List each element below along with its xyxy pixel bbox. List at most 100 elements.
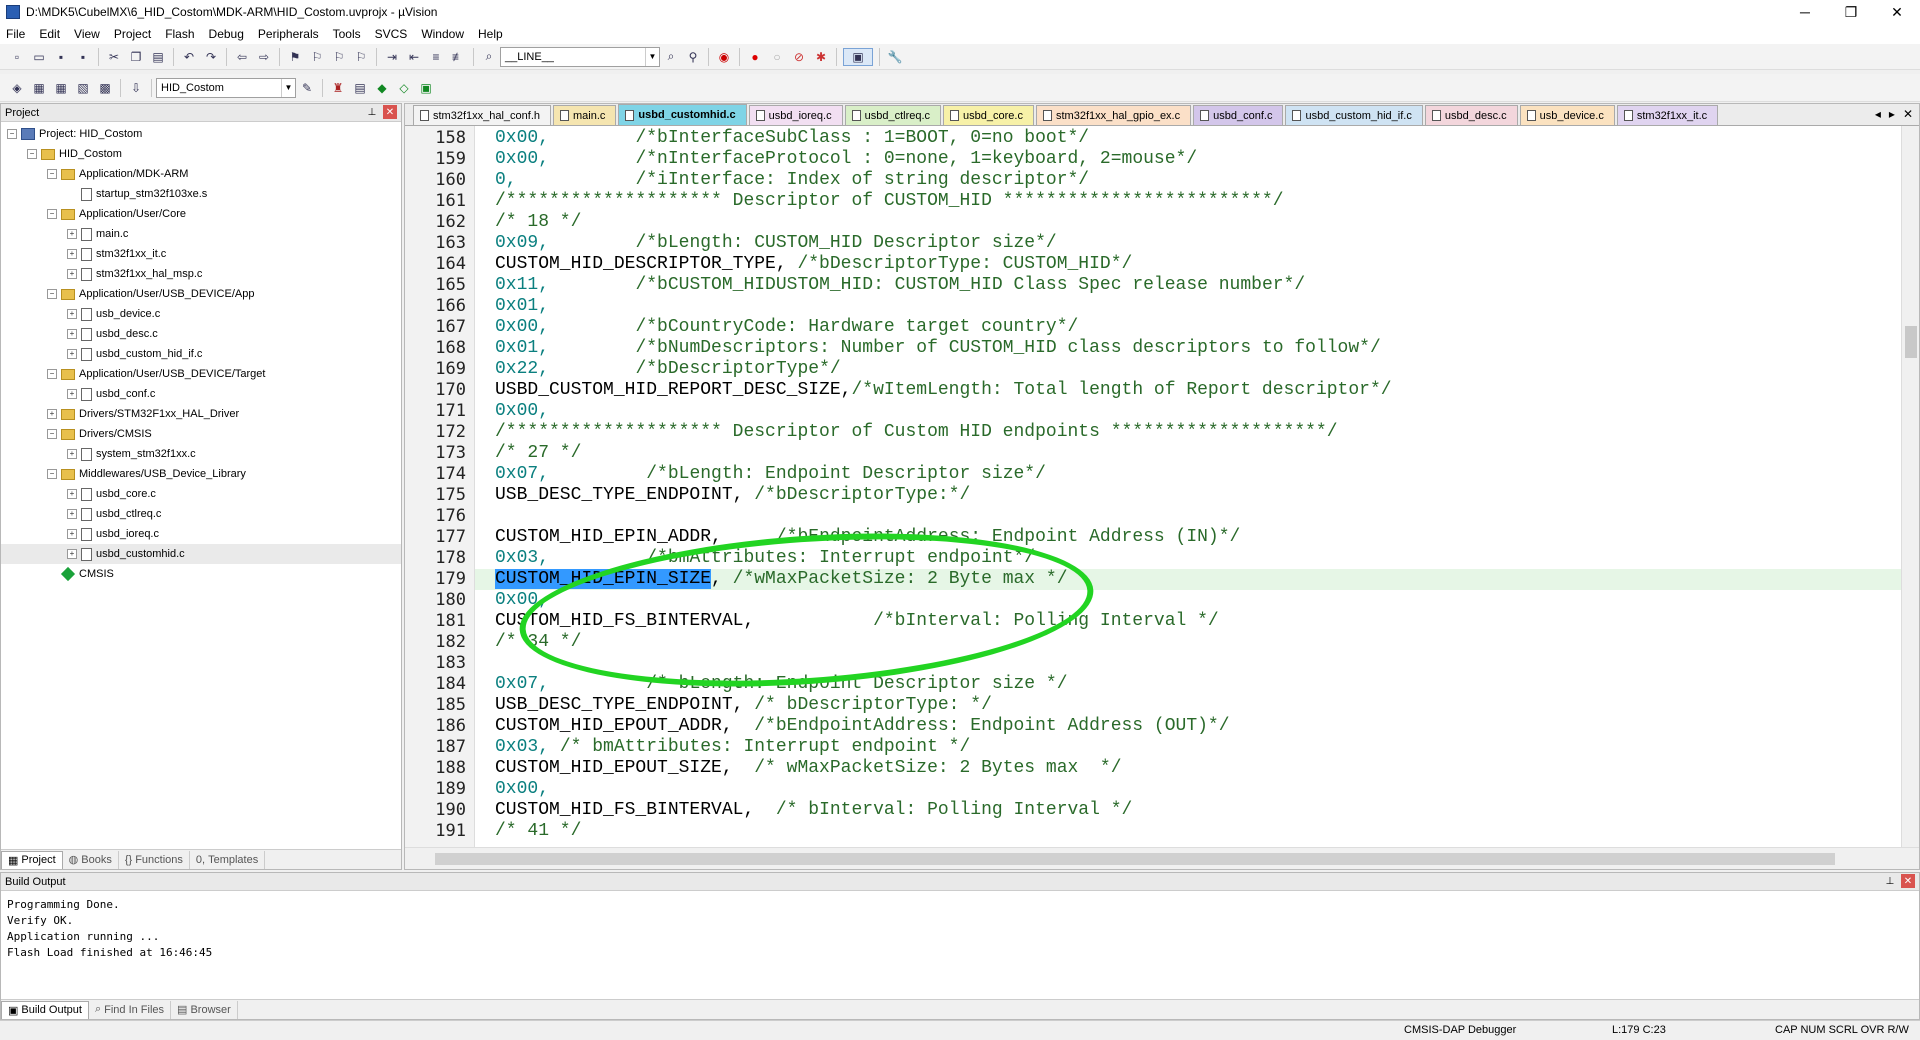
close-icon[interactable]: ✕ xyxy=(1901,874,1915,888)
insert-breakpoint-icon[interactable]: ● xyxy=(746,48,764,66)
paste-icon[interactable]: ▤ xyxy=(149,48,167,66)
code-line[interactable]: /* 27 */ xyxy=(495,443,581,464)
configure-icon[interactable]: 🔧 xyxy=(886,48,904,66)
cut-icon[interactable]: ✂ xyxy=(105,48,123,66)
tree-folder-item[interactable]: CMSIS xyxy=(1,564,401,584)
tree-file-item[interactable]: + usb_device.c xyxy=(1,304,401,324)
run-environment-icon[interactable]: ◇ xyxy=(395,79,413,97)
tree-file-item[interactable]: startup_stm32f103xe.s xyxy=(1,184,401,204)
comment-icon[interactable]: ≡ xyxy=(427,48,445,66)
code-line[interactable]: USB_DESC_TYPE_ENDPOINT, /*bDescriptorTyp… xyxy=(495,485,970,506)
tab-find-in-files[interactable]: ⌕ Find In Files xyxy=(89,1000,172,1019)
expand-toggle-icon[interactable]: − xyxy=(7,129,17,139)
code-line[interactable]: /******************** Descriptor of CUST… xyxy=(495,191,1284,212)
find-in-files-icon[interactable]: ⌕ xyxy=(480,48,498,66)
save-all-icon[interactable]: ▪ xyxy=(74,48,92,66)
editor-tab[interactable]: usbd_ctlreq.c xyxy=(844,105,942,125)
tree-folder-item[interactable]: − Application/User/Core xyxy=(1,204,401,224)
rebuild-icon[interactable]: ▦ xyxy=(52,79,70,97)
pin-icon[interactable]: ⊥ xyxy=(1883,874,1897,888)
editor-tab[interactable]: usbd_core.c xyxy=(943,105,1034,125)
editor-tab[interactable]: usbd_desc.c xyxy=(1424,105,1518,125)
tab-scroll-right-icon[interactable]: ▸ xyxy=(1889,107,1895,121)
expand-toggle-icon[interactable]: − xyxy=(47,369,57,379)
editor-tab[interactable]: main.c xyxy=(553,105,617,125)
expand-toggle-icon[interactable]: + xyxy=(67,329,77,339)
code-line[interactable]: CUSTOM_HID_EPIN_SIZE, /*wMaxPacketSize: … xyxy=(495,569,1068,590)
code-line[interactable]: 0, /*iInterface: Index of string descrip… xyxy=(495,170,1089,191)
expand-toggle-icon[interactable]: + xyxy=(67,449,77,459)
tree-file-item[interactable]: + usbd_core.c xyxy=(1,484,401,504)
code-line[interactable]: 0x00, /*bInterfaceSubClass : 1=BOOT, 0=n… xyxy=(495,128,1089,149)
save-icon[interactable]: ▪ xyxy=(52,48,70,66)
code-line[interactable]: /* 18 */ xyxy=(495,212,581,233)
tree-file-item[interactable]: + stm32f1xx_hal_msp.c xyxy=(1,264,401,284)
close-editor-icon[interactable]: ✕ xyxy=(1903,107,1913,121)
editor-tab[interactable]: usbd_conf.c xyxy=(1193,105,1284,125)
code-line[interactable]: 0x03, /*bmAttributes: Interrupt endpoint… xyxy=(495,548,1035,569)
clear-bookmarks-icon[interactable]: ⚐ xyxy=(352,48,370,66)
tab-functions[interactable]: {} Functions xyxy=(119,850,190,869)
code-line[interactable]: 0x00, /*nInterfaceProtocol : 0=none, 1=k… xyxy=(495,149,1197,170)
window-layout-icon[interactable]: ▣ xyxy=(843,47,873,66)
expand-toggle-icon[interactable]: + xyxy=(67,389,77,399)
tree-folder-item[interactable]: − Application/MDK-ARM xyxy=(1,164,401,184)
menu-tools[interactable]: Tools xyxy=(333,27,361,41)
manage-components-icon[interactable]: ♜ xyxy=(329,79,347,97)
chevron-down-icon[interactable]: ▼ xyxy=(645,47,659,66)
minimize-button[interactable]: ─ xyxy=(1782,0,1828,24)
redo-icon[interactable]: ↷ xyxy=(202,48,220,66)
code-line[interactable]: 0x03, /* bmAttributes: Interrupt endpoin… xyxy=(495,737,970,758)
undo-icon[interactable]: ↶ xyxy=(180,48,198,66)
code-line[interactable]: /******************** Descriptor of Cust… xyxy=(495,422,1338,443)
tree-file-item[interactable]: + usbd_ctlreq.c xyxy=(1,504,401,524)
expand-toggle-icon[interactable]: − xyxy=(47,169,57,179)
code-line[interactable]: USB_DESC_TYPE_ENDPOINT, /* bDescriptorTy… xyxy=(495,695,992,716)
open-folder-icon[interactable]: ▭ xyxy=(30,48,48,66)
event-recorder-icon[interactable]: ▣ xyxy=(417,79,435,97)
expand-toggle-icon[interactable]: + xyxy=(67,509,77,519)
unindent-icon[interactable]: ⇤ xyxy=(405,48,423,66)
code-line[interactable]: USBD_CUSTOM_HID_REPORT_DESC_SIZE,/*wItem… xyxy=(495,380,1392,401)
download-icon[interactable]: ⇩ xyxy=(127,79,145,97)
new-file-icon[interactable]: ▫ xyxy=(8,48,26,66)
tab-books[interactable]: ◍ Books xyxy=(63,850,119,869)
next-bookmark-icon[interactable]: ⚐ xyxy=(330,48,348,66)
expand-toggle-icon[interactable]: + xyxy=(67,489,77,499)
stop-build-icon[interactable]: ▩ xyxy=(96,79,114,97)
code-line[interactable]: 0x01, /*bNumDescriptors: Number of CUSTO… xyxy=(495,338,1381,359)
editor-tab[interactable]: stm32f1xx_hal_gpio_ex.c xyxy=(1035,105,1192,125)
tree-file-item[interactable]: + usbd_conf.c xyxy=(1,384,401,404)
copy-icon[interactable]: ❐ xyxy=(127,48,145,66)
code-line[interactable]: 0x00, xyxy=(495,590,549,611)
expand-toggle-icon[interactable]: + xyxy=(47,409,57,419)
tree-folder-item[interactable]: − Application/User/USB_DEVICE/Target xyxy=(1,364,401,384)
code-line[interactable]: 0x22, /*bDescriptorType*/ xyxy=(495,359,841,380)
pin-icon[interactable]: ⊥ xyxy=(365,105,379,119)
tree-folder-item[interactable]: + Drivers/STM32F1xx_HAL_Driver xyxy=(1,404,401,424)
code-line[interactable]: 0x11, /*bCUSTOM_HIDUSTOM_HID: CUSTOM_HID… xyxy=(495,275,1305,296)
tree-folder-item[interactable]: − HID_Costom xyxy=(1,144,401,164)
code-line[interactable]: 0x01, xyxy=(495,296,549,317)
batch-build-icon[interactable]: ▧ xyxy=(74,79,92,97)
expand-toggle-icon[interactable]: + xyxy=(67,309,77,319)
kill-all-breakpoints-icon[interactable]: ✱ xyxy=(812,48,830,66)
build-output-text[interactable]: Programming Done. Verify OK. Application… xyxy=(1,891,1919,961)
pack-installer-icon[interactable]: ◆ xyxy=(373,79,391,97)
vertical-scrollbar[interactable] xyxy=(1901,126,1919,847)
tree-folder-item[interactable]: − Project: HID_Costom xyxy=(1,124,401,144)
tab-browser[interactable]: ▤ Browser xyxy=(171,1000,238,1019)
chevron-down-icon[interactable]: ▼ xyxy=(281,78,295,97)
nav-forward-icon[interactable]: ⇨ xyxy=(255,48,273,66)
editor-tab[interactable]: stm32f1xx_hal_conf.h xyxy=(413,105,552,125)
target-options-icon[interactable]: ✎ xyxy=(298,79,316,97)
expand-toggle-icon[interactable]: + xyxy=(67,349,77,359)
menu-edit[interactable]: Edit xyxy=(39,27,60,41)
disable-breakpoint-icon[interactable]: ○ xyxy=(768,48,786,66)
tab-build-output[interactable]: ▣ Build Output xyxy=(1,1000,89,1019)
horizontal-scroll-thumb[interactable] xyxy=(435,853,1835,865)
code-line[interactable]: /* 41 */ xyxy=(495,821,581,842)
code-line[interactable]: CUSTOM_HID_FS_BINTERVAL, /*bInterval: Po… xyxy=(495,611,1219,632)
code-line[interactable]: CUSTOM_HID_EPOUT_SIZE, /* wMaxPacketSize… xyxy=(495,758,1122,779)
menu-project[interactable]: Project xyxy=(114,27,151,41)
